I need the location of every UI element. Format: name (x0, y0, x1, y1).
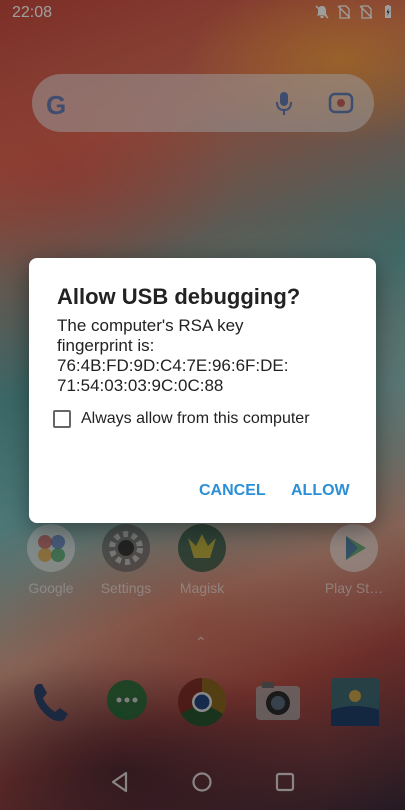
cancel-button[interactable]: CANCEL (199, 482, 266, 500)
allow-button[interactable]: ALLOW (291, 482, 350, 500)
usb-debugging-dialog: Allow USB debugging? The computer's RSA … (29, 258, 376, 523)
dialog-title: Allow USB debugging? (57, 284, 301, 309)
dialog-message-line: The computer's RSA key (57, 316, 244, 335)
always-allow-row[interactable]: Always allow from this computer (53, 410, 310, 428)
always-allow-label[interactable]: Always allow from this computer (81, 410, 310, 428)
dialog-message: The computer's RSA key fingerprint is: 7… (57, 316, 357, 396)
dialog-message-line: fingerprint is: (57, 336, 155, 355)
rsa-fingerprint-line: 76:4B:FD:9D:C4:7E:96:6F:DE: (57, 356, 289, 375)
rsa-fingerprint-line: 71:54:03:03:9C:0C:88 (57, 376, 224, 395)
always-allow-checkbox[interactable] (53, 410, 71, 428)
